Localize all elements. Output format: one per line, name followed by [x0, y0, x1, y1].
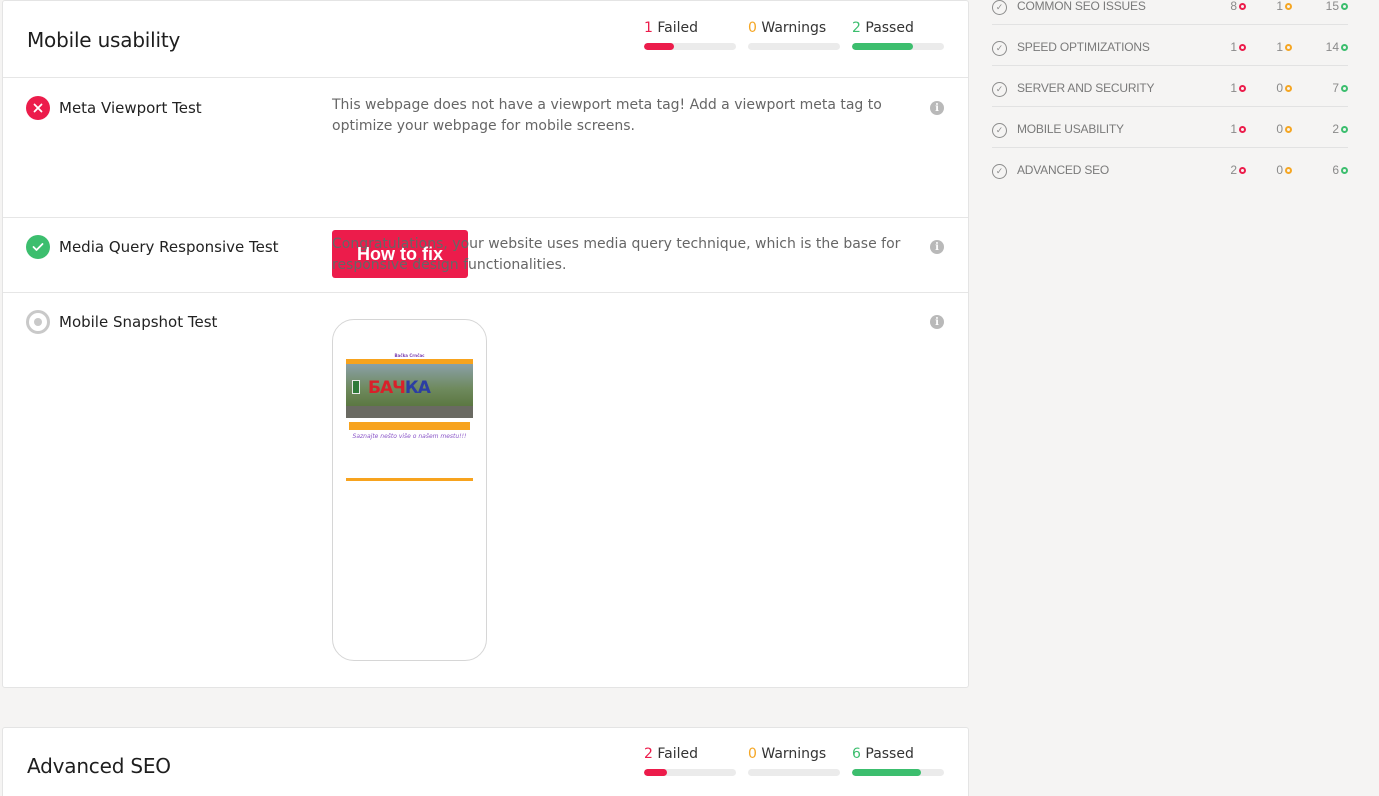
warnings-stat: 0 Warnings: [748, 746, 840, 776]
check-circle-icon: ✓: [992, 123, 1007, 138]
test-title: Mobile Snapshot Test: [59, 313, 218, 331]
test-description: Congratulations, your website uses media…: [332, 236, 901, 273]
warnings-count: 1: [1252, 40, 1292, 54]
failed-x-icon: [26, 96, 50, 120]
passed-progress-bar: [852, 43, 944, 50]
passed-stat: 6 Passed: [852, 746, 944, 776]
warnings-label: Warnings: [761, 20, 827, 36]
warnings-count: 0: [1252, 163, 1292, 177]
snapshot-footer-bar: [346, 478, 473, 481]
passed-stat: 2 Passed: [852, 20, 944, 50]
passed-progress-bar: [852, 769, 944, 776]
info-icon[interactable]: i: [930, 240, 944, 254]
sidebar-item-mobile-usability[interactable]: ✓ MOBILE USABILITY 1 0 2: [992, 107, 1348, 148]
check-circle-icon: ✓: [992, 82, 1007, 97]
sidebar-item-label: SPEED OPTIMIZATIONS: [1017, 40, 1150, 54]
check-circle-icon: ✓: [992, 0, 1007, 15]
failed-label: Failed: [657, 20, 699, 36]
sidebar-item-label: ADVANCED SEO: [1017, 163, 1110, 177]
passed-count: 6: [852, 746, 861, 762]
info-icon[interactable]: i: [930, 315, 944, 329]
failed-progress-fill: [644, 769, 667, 776]
warnings-progress-bar: [748, 769, 840, 776]
snapshot-hero-text: БАЧКА: [368, 378, 431, 398]
failed-progress-bar: [644, 43, 736, 50]
test-title: Media Query Responsive Test: [59, 238, 279, 256]
failed-count: 1: [644, 20, 653, 36]
snapshot-band: [349, 422, 470, 430]
snapshot-subtitle: Saznajte nešto više o našem mestu!!!: [352, 433, 467, 440]
failed-stat: 2 Failed: [644, 746, 736, 776]
sidebar-item-advanced-seo[interactable]: ✓ ADVANCED SEO 2 0 6: [992, 148, 1348, 189]
snapshot-road: [346, 406, 473, 418]
warnings-stat: 0 Warnings: [748, 20, 840, 50]
passed-count: 2: [1308, 122, 1348, 136]
info-icon[interactable]: i: [930, 101, 944, 115]
sidebar-item-common-seo-issues[interactable]: ✓ COMMON SEO ISSUES 8 1 15: [992, 0, 1348, 25]
passed-count: 7: [1308, 81, 1348, 95]
passed-count: 2: [852, 20, 861, 36]
test-row-mobile-snapshot: Mobile Snapshot Test i Bačka Crnčac БАЧК…: [3, 293, 968, 687]
passed-label: Passed: [865, 746, 914, 762]
passed-count: 15: [1308, 0, 1348, 13]
test-title: Meta Viewport Test: [59, 99, 202, 117]
sidebar-summary: ✓ COMMON SEO ISSUES 8 1 15 ✓ SPEED OPTIM…: [992, 0, 1348, 189]
section-title: Advanced SEO: [27, 754, 171, 778]
card-header: Advanced SEO 2 Failed 0 Warnings 6 Passe…: [3, 728, 968, 796]
sidebar-item-label: MOBILE USABILITY: [1017, 122, 1124, 136]
failed-count: 8: [1206, 0, 1246, 13]
check-circle-icon: ✓: [992, 164, 1007, 179]
failed-count: 1: [1206, 81, 1246, 95]
snapshot-site-title: Bačka Crnčac: [394, 353, 425, 358]
warnings-count: 1: [1252, 0, 1292, 13]
mobile-usability-card: Mobile usability 1 Failed 0 Warnings 2 P…: [2, 0, 969, 688]
check-circle-icon: ✓: [992, 41, 1007, 56]
passed-count: 14: [1308, 40, 1348, 54]
warnings-count: 0: [1252, 81, 1292, 95]
failed-label: Failed: [657, 746, 699, 762]
snapshot-hero-image: БАЧКА: [346, 364, 473, 418]
failed-count: 1: [1206, 122, 1246, 136]
sidebar-item-speed-optimizations[interactable]: ✓ SPEED OPTIMIZATIONS 1 1 14: [992, 25, 1348, 66]
warnings-count: 0: [1252, 122, 1292, 136]
passed-progress-fill: [852, 769, 921, 776]
neutral-status-icon: [26, 310, 50, 334]
mobile-snapshot-frame: Bačka Crnčac БАЧКА Saznajte nešto više o…: [332, 319, 487, 661]
test-row-media-query: Media Query Responsive Test Congratulati…: [3, 218, 968, 293]
section-title: Mobile usability: [27, 28, 181, 52]
passed-progress-fill: [852, 43, 913, 50]
advanced-seo-card: Advanced SEO 2 Failed 0 Warnings 6 Passe…: [2, 727, 969, 796]
failed-stat: 1 Failed: [644, 20, 736, 50]
passed-count: 6: [1308, 163, 1348, 177]
failed-count: 1: [1206, 40, 1246, 54]
failed-progress-bar: [644, 769, 736, 776]
sidebar-item-server-and-security[interactable]: ✓ SERVER AND SECURITY 1 0 7: [992, 66, 1348, 107]
test-description: This webpage does not have a viewport me…: [332, 97, 882, 134]
warnings-progress-bar: [748, 43, 840, 50]
card-header: Mobile usability 1 Failed 0 Warnings 2 P…: [3, 1, 968, 78]
sidebar-item-label: SERVER AND SECURITY: [1017, 81, 1155, 95]
warnings-count: 0: [748, 20, 757, 36]
passed-label: Passed: [865, 20, 914, 36]
warnings-count: 0: [748, 746, 757, 762]
failed-count: 2: [644, 746, 653, 762]
warnings-label: Warnings: [761, 746, 827, 762]
sidebar-item-label: COMMON SEO ISSUES: [1017, 0, 1146, 13]
test-row-meta-viewport: Meta Viewport Test This webpage does not…: [3, 78, 968, 278]
failed-progress-fill: [644, 43, 675, 50]
passed-check-icon: [26, 235, 50, 259]
crest-icon: [352, 380, 360, 394]
failed-count: 2: [1206, 163, 1246, 177]
